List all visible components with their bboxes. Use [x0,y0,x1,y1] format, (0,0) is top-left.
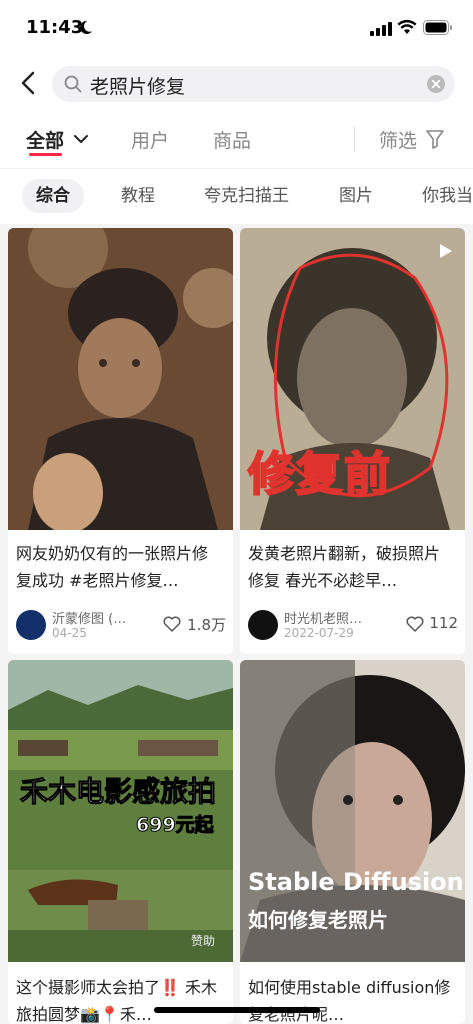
sponsor-label: 赞助 [191,934,216,948]
like-count: 1.8万 [187,616,226,634]
image-overlay-text: 修复前 [247,446,392,502]
note-card[interactable]: 网友奶奶仅有的一张照片修复成功 #老照片修复… 沂蒙修图 (… 04-25 1.… [8,228,233,654]
result-tabs: 全部 用户 商品 筛选 [0,112,473,168]
like-count: 112 [429,614,458,632]
signal-icon [370,22,392,36]
chip-tutorial[interactable]: 教程 [107,179,169,213]
card-title: 网友奶奶仅有的一张照片修复成功 #老照片修复… [16,544,209,590]
back-arrow-icon[interactable] [16,68,42,98]
home-indicator [154,1007,320,1013]
search-header: 老照片修复 [0,56,473,112]
post-date: 2022-07-29 [284,626,354,640]
status-bar: 11:43 [0,0,473,56]
heart-icon[interactable] [406,616,424,632]
avatar[interactable] [248,610,278,640]
wifi-icon [397,19,417,34]
active-tab-indicator [29,153,62,156]
search-query: 老照片修复 [90,76,186,98]
card-title: 如何使用stable diffusion修复老照片呢… [248,978,451,1024]
image-overlay-subtitle: 如何修复老照片 [248,908,388,932]
chip-comprehensive[interactable]: 综合 [22,179,84,213]
filter-icon[interactable] [426,129,444,149]
battery-icon [423,20,452,35]
filter-button[interactable]: 筛选 [379,126,417,153]
post-date: 04-25 [52,626,87,640]
chip-you-and-me[interactable]: 你我当 [408,179,473,213]
price-tag: 699元起 [136,814,215,837]
card-title: 这个摄影师太会拍了‼️ 禾木旅拍圆梦📸📍禾… [16,978,218,1024]
heart-icon[interactable] [163,616,181,632]
image-overlay-title: Stable Diffusion [248,868,464,896]
avatar[interactable] [16,610,46,640]
tab-all[interactable]: 全部 [26,126,64,153]
note-card[interactable]: 修复前 发黄老照片翻新，破损照片修复 春光不必趁早… 时光机老照… 2022-0… [240,228,465,654]
tab-divider [354,126,355,152]
card-image [8,228,233,530]
chevron-down-icon[interactable] [73,134,89,144]
moon-icon [80,20,93,35]
author-name[interactable]: 沂蒙修图 (… [52,608,150,627]
card-meta: 时光机老照… 2022-07-29 112 [248,608,458,644]
chip-quark-scanner[interactable]: 夸克扫描王 [190,179,303,213]
clear-icon[interactable] [427,75,445,93]
author-name[interactable]: 时光机老照… [284,608,382,627]
tab-users[interactable]: 用户 [131,126,169,153]
chip-images[interactable]: 图片 [325,179,387,213]
search-icon [64,75,82,93]
image-overlay-title: 禾木电影感旅拍 [20,775,217,809]
card-meta: 沂蒙修图 (… 04-25 1.8万 [16,608,226,644]
note-card[interactable]: Stable Diffusion 如何修复老照片 如何使用stable diff… [240,660,465,1024]
category-chips: 综合 教程 夸克扫描王 图片 你我当 [0,168,473,224]
card-title: 发黄老照片翻新，破损照片修复 春光不必趁早… [248,544,441,590]
status-time: 11:43 [26,17,84,38]
tab-goods[interactable]: 商品 [213,126,251,153]
note-card[interactable]: 禾木电影感旅拍 699元起 赞助 这个摄影师太会拍了‼️ 禾木旅拍圆梦📸📍禾… [8,660,233,1024]
search-input[interactable]: 老照片修复 [52,66,455,102]
